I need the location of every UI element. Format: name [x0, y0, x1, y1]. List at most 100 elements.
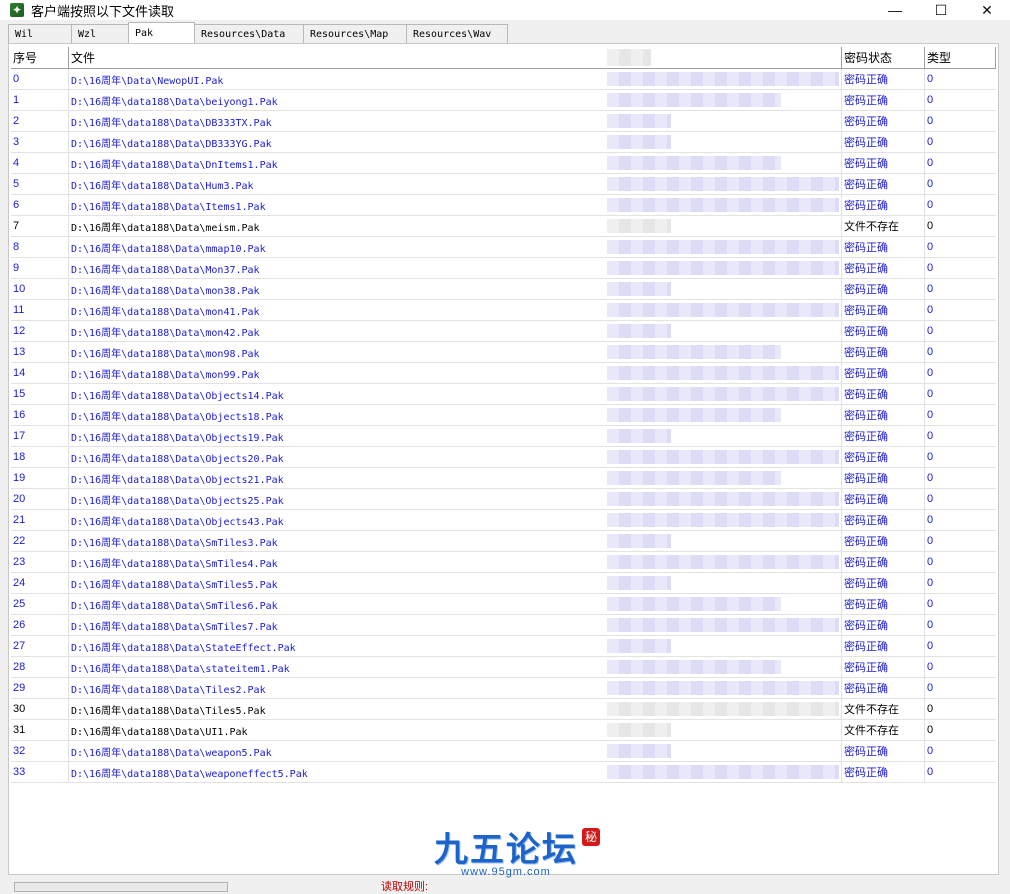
- close-button[interactable]: ✕: [964, 0, 1010, 20]
- row-file-path: D:\16周年\data188\Data\mon42.Pak: [71, 327, 260, 339]
- table-row[interactable]: 8 D:\16周年\data188\Data\mmap10.Pak 密码正确 0: [11, 237, 996, 258]
- blurred-region: [607, 324, 671, 338]
- row-index: 25: [11, 594, 69, 614]
- column-header-blurred: [605, 47, 841, 68]
- row-type: 0: [927, 241, 934, 253]
- tab-wzl[interactable]: Wzl: [71, 24, 129, 43]
- blurred-region: [607, 429, 671, 443]
- blurred-region: [607, 408, 781, 422]
- row-status: 密码正确: [841, 552, 925, 572]
- row-status: 密码正确: [841, 594, 925, 614]
- row-blurred-cell: [605, 258, 841, 278]
- row-status: 密码正确: [841, 321, 925, 341]
- column-header-status[interactable]: 密码状态: [841, 47, 925, 68]
- table-row[interactable]: 22 D:\16周年\data188\Data\SmTiles3.Pak 密码正确 0: [11, 531, 996, 552]
- row-status: 密码正确: [841, 741, 925, 761]
- bottom-button[interactable]: [14, 882, 228, 892]
- watermark-logo: 九五论坛 www.95gm.com 秘: [406, 826, 606, 884]
- table-row[interactable]: 31 D:\16周年\data188\Data\UI1.Pak 文件不存在 0: [11, 720, 996, 741]
- row-blurred-cell: [605, 510, 841, 530]
- table-row[interactable]: 2 D:\16周年\data188\Data\DB333TX.Pak 密码正确 0: [11, 111, 996, 132]
- row-status: 密码正确: [841, 258, 925, 278]
- table-row[interactable]: 27 D:\16周年\data188\Data\StateEffect.Pak 密码…: [11, 636, 996, 657]
- table-row[interactable]: 18 D:\16周年\data188\Data\Objects20.Pak 密码正确…: [11, 447, 996, 468]
- column-header-index[interactable]: 序号: [11, 47, 69, 68]
- table-row[interactable]: 28 D:\16周年\data188\Data\stateitem1.Pak 密码正…: [11, 657, 996, 678]
- blurred-region: [607, 513, 839, 527]
- table-row[interactable]: 6 D:\16周年\data188\Data\Items1.Pak 密码正确 0: [11, 195, 996, 216]
- table-row[interactable]: 17 D:\16周年\data188\Data\Objects19.Pak 密码正确…: [11, 426, 996, 447]
- table-row[interactable]: 19 D:\16周年\data188\Data\Objects21.Pak 密码正确…: [11, 468, 996, 489]
- table-row[interactable]: 16 D:\16周年\data188\Data\Objects18.Pak 密码正确…: [11, 405, 996, 426]
- row-file-path: D:\16周年\data188\Data\SmTiles4.Pak: [71, 558, 278, 570]
- table-row[interactable]: 15 D:\16周年\data188\Data\Objects14.Pak 密码正确…: [11, 384, 996, 405]
- table-row[interactable]: 11 D:\16周年\data188\Data\mon41.Pak 密码正确 0: [11, 300, 996, 321]
- row-status: 密码正确: [841, 762, 925, 782]
- blurred-region: [607, 261, 839, 275]
- row-status: 密码正确: [841, 657, 925, 677]
- row-status: 密码正确: [841, 174, 925, 194]
- tab-resources-map[interactable]: Resources\Map: [303, 24, 407, 43]
- column-header-file[interactable]: 文件: [69, 47, 605, 68]
- tab-wil[interactable]: Wil: [8, 24, 72, 43]
- rule-label: 读取规则:: [381, 881, 429, 893]
- table-row[interactable]: 4 D:\16周年\data188\Data\DnItems1.Pak 密码正确 0: [11, 153, 996, 174]
- tab-resources-data[interactable]: Resources\Data: [194, 24, 304, 43]
- row-file-path: D:\16周年\data188\Data\mon98.Pak: [71, 348, 260, 360]
- table-row[interactable]: 9 D:\16周年\data188\Data\Mon37.Pak 密码正确 0: [11, 258, 996, 279]
- row-blurred-cell: [605, 384, 841, 404]
- blurred-region: [607, 702, 839, 716]
- row-blurred-cell: [605, 720, 841, 740]
- row-type: 0: [927, 577, 934, 589]
- table-row[interactable]: 29 D:\16周年\data188\Data\Tiles2.Pak 密码正确 0: [11, 678, 996, 699]
- row-blurred-cell: [605, 342, 841, 362]
- row-status: 密码正确: [841, 195, 925, 215]
- table-row[interactable]: 14 D:\16周年\data188\Data\mon99.Pak 密码正确 0: [11, 363, 996, 384]
- table-row[interactable]: 30 D:\16周年\data188\Data\Tiles5.Pak 文件不存在 0: [11, 699, 996, 720]
- tab-resources-wav[interactable]: Resources\Wav: [406, 24, 508, 43]
- row-index: 10: [11, 279, 69, 299]
- table-row[interactable]: 26 D:\16周年\data188\Data\SmTiles7.Pak 密码正确 0: [11, 615, 996, 636]
- tab-pak[interactable]: Pak: [128, 22, 195, 43]
- blurred-region: [607, 156, 781, 170]
- table-row[interactable]: 7 D:\16周年\data188\Data\meism.Pak 文件不存在 0: [11, 216, 996, 237]
- row-type: 0: [927, 430, 934, 442]
- table-row[interactable]: 32 D:\16周年\data188\Data\weapon5.Pak 密码正确 0: [11, 741, 996, 762]
- row-blurred-cell: [605, 489, 841, 509]
- row-index: 33: [11, 762, 69, 782]
- table-row[interactable]: 5 D:\16周年\data188\Data\Hum3.Pak 密码正确 0: [11, 174, 996, 195]
- column-header-type[interactable]: 类型: [925, 47, 996, 68]
- row-status: 密码正确: [841, 153, 925, 173]
- logo-text: 九五论坛: [434, 831, 578, 869]
- row-status: 密码正确: [841, 468, 925, 488]
- row-index: 16: [11, 405, 69, 425]
- row-file-path: D:\16周年\data188\Data\DB333YG.Pak: [71, 138, 272, 150]
- table-row[interactable]: 24 D:\16周年\data188\Data\SmTiles5.Pak 密码正确 0: [11, 573, 996, 594]
- table-row[interactable]: 25 D:\16周年\data188\Data\SmTiles6.Pak 密码正确 0: [11, 594, 996, 615]
- row-type: 0: [927, 283, 934, 295]
- row-index: 8: [11, 237, 69, 257]
- table-row[interactable]: 23 D:\16周年\data188\Data\SmTiles4.Pak 密码正确 0: [11, 552, 996, 573]
- table-row[interactable]: 21 D:\16周年\data188\Data\Objects43.Pak 密码正确…: [11, 510, 996, 531]
- row-file-path: D:\16周年\data188\Data\Objects21.Pak: [71, 474, 284, 486]
- table-row[interactable]: 10 D:\16周年\data188\Data\mon38.Pak 密码正确 0: [11, 279, 996, 300]
- row-status: 密码正确: [841, 615, 925, 635]
- table-row[interactable]: 1 D:\16周年\data188\Data\beiyong1.Pak 密码正确 0: [11, 90, 996, 111]
- row-index: 1: [11, 90, 69, 110]
- row-file-path: D:\16周年\Data\NewopUI.Pak: [71, 75, 224, 87]
- row-file-path: D:\16周年\data188\Data\Objects18.Pak: [71, 411, 284, 423]
- table-row[interactable]: 3 D:\16周年\data188\Data\DB333YG.Pak 密码正确 0: [11, 132, 996, 153]
- logo-url: www.95gm.com: [461, 866, 551, 878]
- table-row[interactable]: 20 D:\16周年\data188\Data\Objects25.Pak 密码正确…: [11, 489, 996, 510]
- table-row[interactable]: 13 D:\16周年\data188\Data\mon98.Pak 密码正确 0: [11, 342, 996, 363]
- maximize-button[interactable]: ☐: [918, 0, 964, 20]
- table-row[interactable]: 0 D:\16周年\Data\NewopUI.Pak 密码正确 0: [11, 69, 996, 90]
- row-blurred-cell: [605, 237, 841, 257]
- minimize-button[interactable]: —: [872, 0, 918, 20]
- row-blurred-cell: [605, 90, 841, 110]
- table-row[interactable]: 12 D:\16周年\data188\Data\mon42.Pak 密码正确 0: [11, 321, 996, 342]
- row-blurred-cell: [605, 447, 841, 467]
- table-row[interactable]: 33 D:\16周年\data188\Data\weaponeffect5.Pak…: [11, 762, 996, 783]
- blurred-region: [607, 723, 671, 737]
- row-index: 13: [11, 342, 69, 362]
